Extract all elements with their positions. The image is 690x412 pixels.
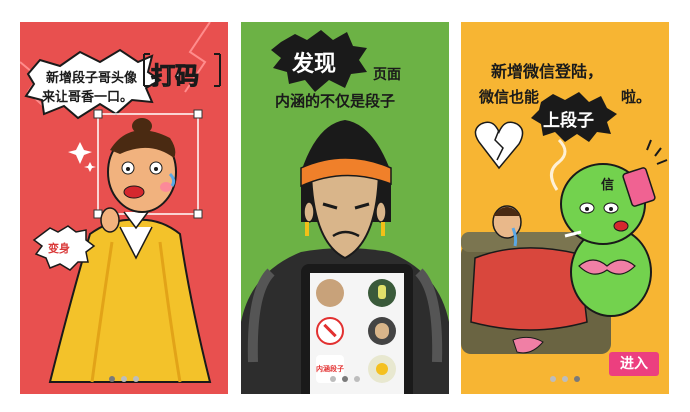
page-dot	[354, 376, 360, 382]
onboarding-panel-2: 发现 页面 内涵的不仅是段子 内涵段子	[241, 22, 449, 394]
avatar	[316, 317, 344, 345]
onboarding-panel-1: 新增段子哥头像 来让哥香一口。 打码 变身	[20, 22, 228, 394]
page-dot	[121, 376, 127, 382]
panel-3-headline-line-1: 新增微信登陆，	[491, 62, 604, 81]
transform-badge-label: 变身	[48, 242, 70, 255]
onboarding-panel-3: 新增微信登陆， 微信也能 上段子 啦。 信 进入	[461, 22, 669, 394]
panel-1-highlight: 打码	[151, 62, 200, 91]
page-dot-active	[574, 376, 580, 382]
panel-1-headline-line-1: 新增段子哥头像	[46, 71, 138, 86]
page-dot	[562, 376, 568, 382]
avatar	[316, 279, 344, 307]
panel-3-headline-suffix: 啦。	[621, 88, 652, 106]
page-dot	[550, 376, 556, 382]
page-indicator	[461, 367, 669, 386]
panel-2-headline-line-2: 内涵的不仅是段子	[275, 92, 396, 110]
character-label: 信	[601, 178, 615, 193]
page-dot-active	[109, 376, 115, 382]
page-dot-active	[342, 376, 348, 382]
avatar	[368, 317, 396, 345]
panel-1-headline-line-2: 来让哥香一口。	[42, 90, 134, 105]
avatar	[368, 279, 396, 307]
panel-2-highlight: 发现	[292, 52, 337, 77]
page-indicator	[241, 367, 449, 386]
panel-3-highlight: 上段子	[543, 111, 594, 131]
page-dot	[133, 376, 139, 382]
panel-3-headline-prefix: 微信也能	[479, 88, 540, 106]
panel-2-headline-suffix: 页面	[373, 67, 401, 83]
page-indicator	[20, 367, 228, 386]
page-dot	[330, 376, 336, 382]
